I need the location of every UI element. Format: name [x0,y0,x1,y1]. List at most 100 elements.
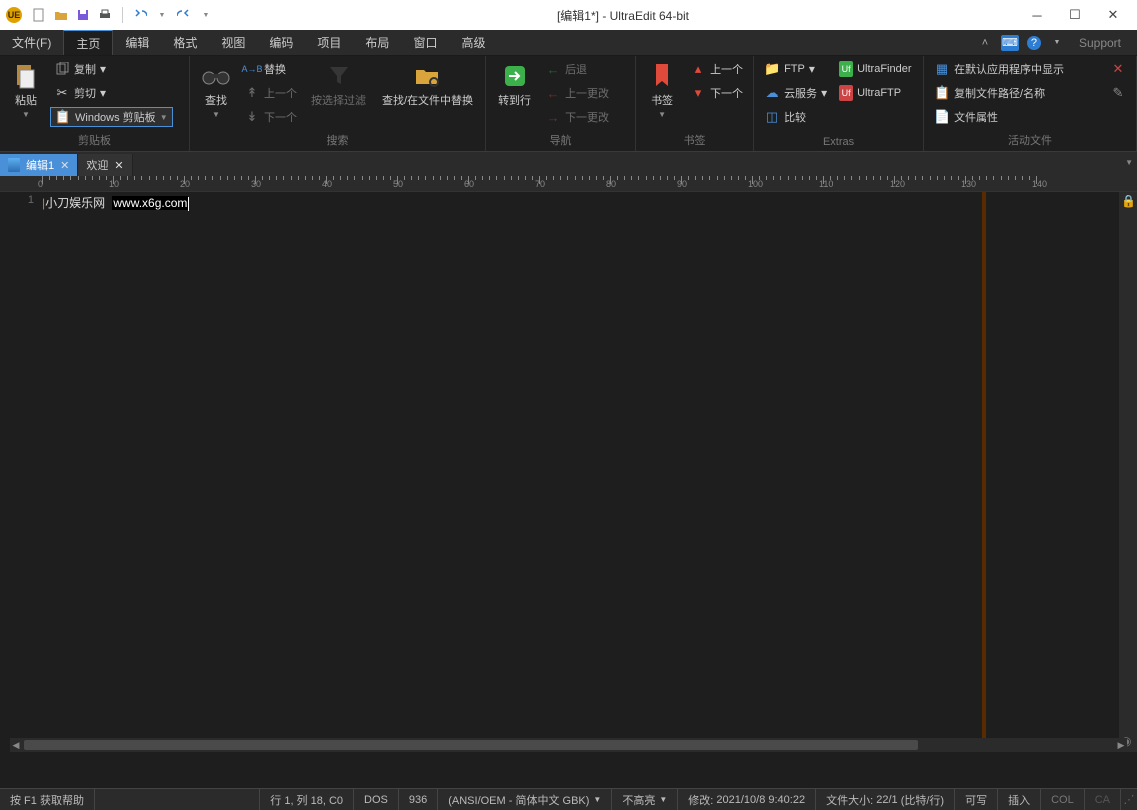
editor-line-1[interactable]: |小刀娱乐网 www.x6g.com [42,194,189,211]
bookmark-prev-label: 上一个 [710,61,743,77]
menu-encoding[interactable]: 编码 [257,30,305,55]
horizontal-scrollbar[interactable]: ◀ ▶ [10,738,1127,752]
properties-button[interactable]: 📄 文件属性 [930,106,1130,128]
group-label-search: 搜索 [196,130,479,151]
menu-advanced[interactable]: 高级 [449,30,497,55]
status-modified: 修改: 2021/10/8 9:40:22 [678,789,816,810]
status-help: 按 F1 获取帮助 [0,789,95,810]
redo-dropdown-icon[interactable]: ▼ [197,6,215,24]
undo-dropdown-icon[interactable]: ▼ [153,6,171,24]
status-highlight[interactable]: 不高亮▼ [612,789,678,810]
status-insert[interactable]: 插入 [998,789,1041,810]
rename-icon[interactable]: ✎ [1110,85,1126,101]
print-icon[interactable] [96,6,114,24]
resize-grip[interactable]: ⋰ [1121,793,1137,806]
group-label-clipboard: 剪贴板 [6,130,183,151]
ultraftp-button[interactable]: Uf UltraFTP [835,82,915,104]
menu-file[interactable]: 文件(F) [0,30,63,55]
text-content: 小刀娱乐网 [45,196,105,210]
paste-button[interactable]: 粘贴 ▼ [6,58,46,123]
clipboard-combo[interactable]: 📋 Windows 剪贴板 ▼ [50,106,173,128]
vertical-scrollbar[interactable]: 🔒 ◉ [1119,192,1137,752]
bookmark-down-icon: ▾ [690,85,706,101]
menu-home[interactable]: 主页 [63,30,113,55]
status-position[interactable]: 行 1, 列 18, C0 [260,789,354,810]
status-writable[interactable]: 可写 [955,789,998,810]
cloud-button[interactable]: ☁ 云服务 ▾ [760,82,831,104]
cut-button[interactable]: ✂ 剪切 ▾ [50,82,173,104]
ftp-label: FTP [784,63,805,75]
tab-bar: 编辑1 ✕ 欢迎 ✕ ▼ [0,152,1137,176]
ultrafinder-button[interactable]: Uf UltraFinder [835,58,915,80]
tab-edit1[interactable]: 编辑1 ✕ [0,154,78,176]
caret [188,197,189,211]
menu-project[interactable]: 项目 [305,30,353,55]
menu-bar: 文件(F) 主页 编辑 格式 视图 编码 项目 布局 窗口 高级 ˄ ⌨ ? ▼… [0,30,1137,56]
editor-area[interactable]: 1 |小刀娱乐网 www.x6g.com 🔒 ◉ ◀ ▶ [0,192,1137,752]
copy-button[interactable]: 复制 ▾ [50,58,173,80]
window-title: [编辑1*] - UltraEdit 64-bit [217,7,1029,24]
ftp-button[interactable]: 📁 FTP ▾ [760,58,831,80]
keyboard-icon[interactable]: ⌨ [1001,35,1019,51]
find-in-files-button[interactable]: 查找/在文件中替换 [376,58,479,112]
title-bar: UE ▼ ▼ [编辑1*] - UltraEdit 64-bit ─ ☐ ✕ [0,0,1137,30]
compare-button[interactable]: ◫ 比较 [760,106,831,128]
scroll-right-icon[interactable]: ▶ [1115,739,1127,751]
undo-icon[interactable] [131,6,149,24]
close-file-icon[interactable]: ✕ [1110,61,1126,77]
bookmark-prev-button[interactable]: ▴ 上一个 [686,58,747,80]
scroll-thumb[interactable] [24,740,918,750]
find-next-button: ↡ 下一个 [240,106,301,128]
next-change-label: 下一更改 [565,109,609,125]
menu-window[interactable]: 窗口 [401,30,449,55]
scroll-left-icon[interactable]: ◀ [10,739,22,751]
find-prev-button: ↟ 上一个 [240,82,301,104]
bookmark-icon [648,62,676,90]
replace-button[interactable]: A→B 替换 [240,58,301,80]
group-label-bookmarks: 书签 [642,130,747,151]
close-button[interactable]: ✕ [1105,7,1121,23]
bookmark-up-icon: ▴ [690,61,706,77]
find-button[interactable]: 查找 ▼ [196,58,236,123]
new-file-icon[interactable] [30,6,48,24]
open-default-label: 在默认应用程序中显示 [954,61,1064,77]
ribbon-group-bookmarks: 书签 ▼ ▴ 上一个 ▾ 下一个 书签 [636,56,754,151]
compare-label: 比较 [784,109,806,125]
open-default-button[interactable]: ▦ 在默认应用程序中显示 ✕ [930,58,1130,80]
maximize-button[interactable]: ☐ [1067,7,1083,23]
goto-label: 转到行 [498,92,531,108]
folder-search-icon [414,62,442,90]
open-file-icon[interactable] [52,6,70,24]
ultraftp-label: UltraFTP [857,87,901,99]
close-tab-icon[interactable]: ✕ [114,159,123,172]
help-dropdown-icon[interactable]: ▼ [1049,35,1065,51]
chevron-up-icon[interactable]: ˄ [977,35,993,51]
menu-format[interactable]: 格式 [161,30,209,55]
save-icon[interactable] [74,6,92,24]
support-link[interactable]: Support [1073,36,1127,50]
cut-label: 剪切 [74,85,96,101]
close-tab-icon[interactable]: ✕ [60,159,69,172]
tab-label: 欢迎 [86,157,108,173]
bookmark-next-button[interactable]: ▾ 下一个 [686,82,747,104]
minimize-button[interactable]: ─ [1029,7,1045,23]
redo-icon[interactable] [175,6,193,24]
bookmark-button[interactable]: 书签 ▼ [642,58,682,123]
menu-edit[interactable]: 编辑 [113,30,161,55]
clipboard-combo-label: Windows 剪贴板 [75,109,156,125]
goto-button[interactable]: 转到行 [492,58,537,112]
menu-layout[interactable]: 布局 [353,30,401,55]
status-encoding[interactable]: (ANSI/OEM - 简体中文 GBK)▼ [438,789,612,810]
replace-label: 替换 [264,61,286,77]
lock-icon[interactable]: 🔒 [1121,194,1136,208]
clipboard-icon: 📋 [55,109,71,125]
status-col[interactable]: COL [1041,789,1085,810]
ruler: 0102030405060708090100110120130140 [0,176,1137,192]
menu-view[interactable]: 视图 [209,30,257,55]
status-eol[interactable]: DOS [354,789,399,810]
tab-welcome[interactable]: 欢迎 ✕ [78,154,132,176]
copy-path-button[interactable]: 📋 复制文件路径/名称 ✎ [930,82,1130,104]
status-filesize: 文件大小: 22/1 (比特/行) [816,789,955,810]
tab-dropdown-icon[interactable]: ▼ [1125,158,1133,167]
help-icon[interactable]: ? [1027,36,1041,50]
